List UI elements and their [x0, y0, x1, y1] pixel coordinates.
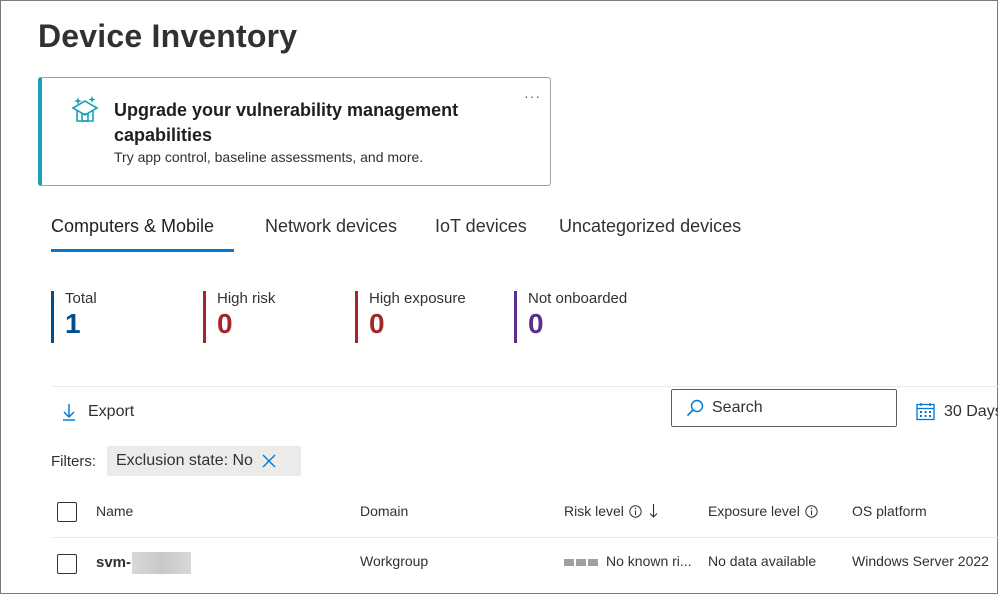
export-label: Export	[88, 403, 135, 420]
filter-chip-exclusion-state[interactable]: Exclusion state: No	[107, 446, 301, 476]
select-all-checkbox[interactable]	[57, 502, 77, 522]
download-arrow-icon	[62, 403, 76, 421]
date-range-label: 30 Days	[944, 402, 998, 420]
column-header-os-platform[interactable]: OS platform	[852, 503, 927, 519]
stat-label: High exposure	[369, 290, 466, 307]
page-title: Device Inventory	[38, 18, 298, 54]
stat-label: Total	[65, 290, 97, 307]
os-platform-cell: Windows Server 2022	[852, 553, 989, 569]
search-input[interactable]	[712, 399, 872, 417]
risk-level-cell: No known ri...	[564, 553, 692, 569]
column-header-label: Exposure level	[708, 503, 800, 519]
filters-label: Filters:	[51, 453, 96, 470]
tab-computers-mobile[interactable]: Computers & Mobile	[51, 216, 214, 237]
table-header-divider	[51, 537, 998, 538]
stat-total[interactable]: Total 1	[51, 290, 97, 343]
column-header-name[interactable]: Name	[96, 503, 133, 519]
box-sparkle-icon	[70, 95, 100, 125]
column-header-label: Risk level	[564, 503, 624, 519]
active-tab-indicator	[51, 249, 234, 252]
tab-uncategorized-devices[interactable]: Uncategorized devices	[559, 216, 741, 237]
device-name: svm-	[96, 553, 132, 571]
search-box[interactable]	[671, 389, 897, 427]
filter-chip-text: Exclusion state: No	[116, 452, 253, 469]
stat-not-onboarded[interactable]: Not onboarded 0	[514, 290, 628, 343]
stat-value: 1	[65, 308, 81, 339]
column-header-domain[interactable]: Domain	[360, 503, 408, 519]
stat-value: 0	[217, 308, 233, 339]
calendar-icon	[916, 402, 935, 421]
column-header-label: OS platform	[852, 503, 927, 519]
tab-iot-devices[interactable]: IoT devices	[435, 216, 527, 237]
banner-title: Upgrade your vulnerability management ca…	[114, 100, 459, 145]
close-icon[interactable]	[262, 454, 276, 468]
risk-level-bars	[564, 558, 598, 566]
stat-value: 0	[528, 308, 544, 339]
stat-value: 0	[369, 308, 385, 339]
column-header-label: Name	[96, 503, 134, 519]
section-divider	[51, 386, 998, 387]
redacted-name-block	[132, 552, 192, 574]
banner-subtitle: Try app control, baseline assessments, a…	[114, 149, 424, 165]
domain-cell: Workgroup	[360, 553, 429, 569]
info-icon[interactable]	[805, 504, 818, 518]
date-range-picker[interactable]: 30 Days	[916, 402, 998, 421]
stat-label: High risk	[217, 290, 276, 307]
search-icon	[686, 399, 704, 417]
export-button[interactable]: Export	[62, 403, 134, 421]
upgrade-banner: Upgrade your vulnerability management ca…	[38, 77, 551, 186]
risk-level-text: No known ri...	[606, 553, 692, 569]
info-icon[interactable]	[629, 504, 642, 518]
banner-more-button[interactable]: ···	[524, 88, 541, 104]
column-header-label: Domain	[360, 503, 409, 519]
column-header-risk-level[interactable]: Risk level	[564, 503, 658, 519]
tab-network-devices[interactable]: Network devices	[265, 216, 397, 237]
column-header-exposure-level[interactable]: Exposure level	[708, 503, 818, 519]
stat-label: Not onboarded	[528, 290, 628, 307]
device-name-cell[interactable]: svm-	[96, 552, 192, 574]
sort-down-arrow-icon[interactable]	[649, 503, 658, 519]
row-checkbox[interactable]	[57, 554, 77, 574]
stat-high-exposure[interactable]: High exposure 0	[355, 290, 466, 343]
exposure-level-cell: No data available	[708, 553, 817, 569]
stat-high-risk[interactable]: High risk 0	[203, 290, 276, 343]
